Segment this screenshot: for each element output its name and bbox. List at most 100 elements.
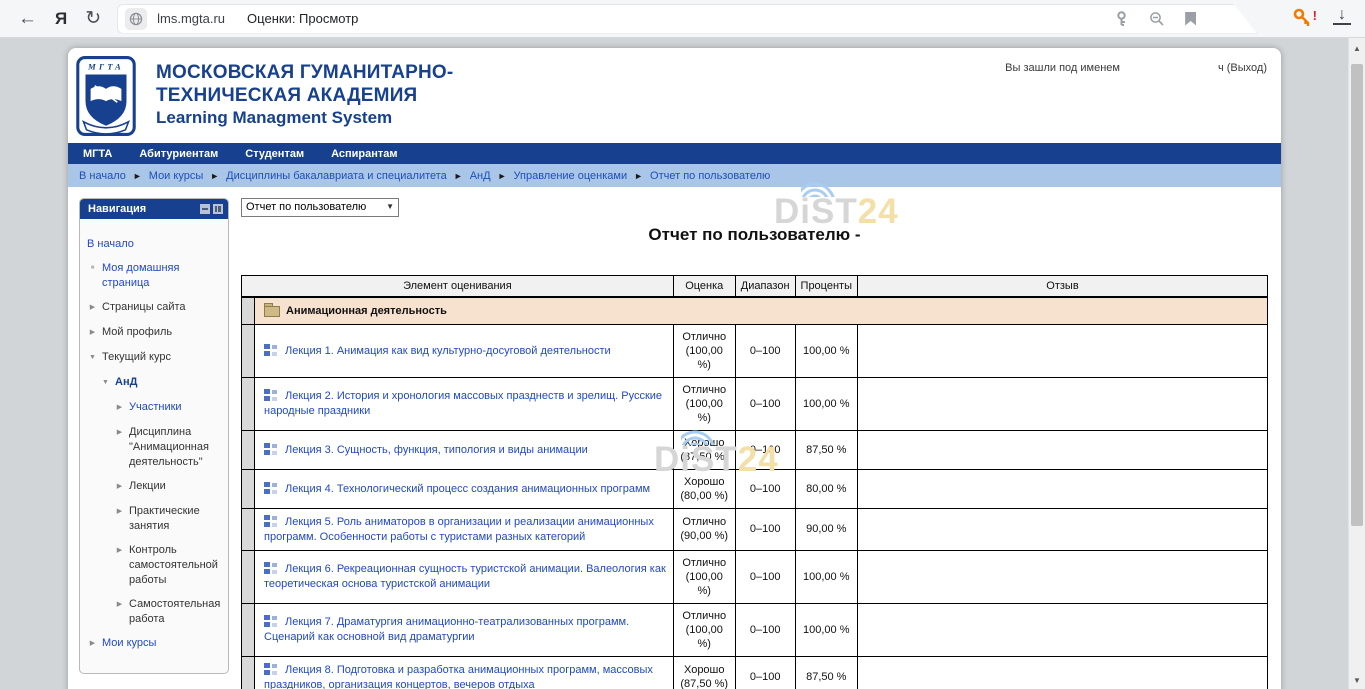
main-menu-item[interactable]: Аспирантам xyxy=(331,148,397,160)
tree-toggle-icon[interactable] xyxy=(114,425,125,441)
reload-icon[interactable]: ↻ xyxy=(85,9,101,28)
bookmark-icon[interactable] xyxy=(1185,12,1196,26)
navigation-link[interactable]: Самостоятельная работа xyxy=(129,597,224,627)
tree-toggle-icon[interactable] xyxy=(87,325,98,341)
back-icon[interactable]: ← xyxy=(18,9,37,28)
navigation-link[interactable]: Текущий курс xyxy=(102,350,171,365)
tree-toggle-icon[interactable] xyxy=(87,261,98,278)
percent-cell: 80,00 % xyxy=(795,469,857,508)
scroll-down-icon[interactable]: ▼ xyxy=(1349,676,1365,685)
feedback-cell xyxy=(858,508,1268,550)
navigation-tree-item: АнД xyxy=(87,375,224,391)
grade-item-link[interactable]: Лекция 4. Технологический процесс создан… xyxy=(285,483,650,495)
feedback-cell xyxy=(858,603,1268,656)
navigation-tree-item: Дисциплина "Анимационная деятельность" xyxy=(87,425,224,470)
breadcrumb: В началоМои курсыДисциплины бакалавриата… xyxy=(68,164,1281,187)
grades-table-header-row: Элемент оценивания Оценка Диапазон Проце… xyxy=(242,275,1268,297)
page-viewport: МГТА МОСКОВСКАЯ ГУМАНИТАРНО- ТЕХНИЧЕСКАЯ… xyxy=(0,38,1365,689)
url-text[interactable]: lms.mgta.ru xyxy=(157,11,225,26)
percent-cell: 100,00 % xyxy=(795,377,857,430)
grade-item-link[interactable]: Лекция 2. История и хронология массовых … xyxy=(264,390,662,417)
tree-toggle-icon[interactable] xyxy=(114,400,125,416)
navigation-link[interactable]: Мой профиль xyxy=(102,325,172,340)
grade-item-cell: Лекция 1. Анимация как вид культурно-дос… xyxy=(255,324,674,377)
downloads-icon[interactable]: ↓ xyxy=(1333,7,1351,25)
login-prefix: Вы зашли под именем xyxy=(1005,62,1120,74)
activity-icon xyxy=(264,662,279,675)
sidebar: Навигация В начало xyxy=(79,198,229,689)
column-range: Диапазон xyxy=(735,275,795,297)
grade-item-link[interactable]: Лекция 5. Роль аниматоров в организации … xyxy=(264,516,654,543)
grade-item-link[interactable]: Лекция 6. Рекреационная сущность туристс… xyxy=(264,563,666,590)
activity-icon xyxy=(264,442,279,455)
navigation-tree-item: Самостоятельная работа xyxy=(87,597,224,627)
range-cell xyxy=(735,297,795,325)
grade-row: Лекция 8. Подготовка и разработка анимац… xyxy=(242,656,1268,689)
grade-cell: Хорошо(80,00 %) xyxy=(673,469,735,508)
navigation-link[interactable]: Страницы сайта xyxy=(102,300,186,315)
column-feedback: Отзыв xyxy=(858,275,1268,297)
indent-cell xyxy=(242,297,255,325)
main-menu: МГТА Абитуриентам Студентам Аспирантам xyxy=(68,143,1281,164)
breadcrumb-link[interactable]: Дисциплины бакалавриата и специалитета xyxy=(226,170,470,182)
range-cell: 0–100 xyxy=(735,377,795,430)
scrollbar-thumb[interactable] xyxy=(1351,64,1363,526)
breadcrumb-link[interactable]: Отчет по пользователю xyxy=(650,170,770,182)
main-menu-item[interactable]: Абитуриентам xyxy=(139,148,218,160)
navigation-link[interactable]: Практические занятия xyxy=(129,504,224,534)
grade-row: Лекция 1. Анимация как вид культурно-дос… xyxy=(242,324,1268,377)
key-icon[interactable] xyxy=(1114,11,1129,27)
breadcrumb-link[interactable]: Управление оценками xyxy=(514,170,651,182)
page-title: Отчет по пользователю - xyxy=(241,225,1268,245)
page-scrollbar[interactable]: ▲ ▼ xyxy=(1348,38,1365,689)
grade-item-link[interactable]: Анимационная деятельность xyxy=(286,305,447,317)
dock-block-icon[interactable] xyxy=(213,204,223,214)
main-menu-item[interactable]: Студентам xyxy=(245,148,304,160)
grade-item-link[interactable]: Лекция 1. Анимация как вид культурно-дос… xyxy=(285,345,611,357)
navigation-link[interactable]: В начало xyxy=(87,237,134,252)
breadcrumb-link[interactable]: АнД xyxy=(470,170,514,182)
yandex-logo-icon[interactable]: Я xyxy=(55,10,67,27)
tree-toggle-icon[interactable] xyxy=(87,300,98,316)
indent-cell xyxy=(242,603,255,656)
tree-toggle-icon[interactable] xyxy=(87,636,98,652)
grade-item-link[interactable]: Лекция 7. Драматургия анимационно-театра… xyxy=(264,616,629,643)
collapse-block-icon[interactable] xyxy=(200,204,210,214)
feedback-cell xyxy=(858,550,1268,603)
navigation-link[interactable]: Лекции xyxy=(129,479,166,494)
navigation-link[interactable]: Мои курсы xyxy=(102,636,156,651)
navigation-tree-item: Практические занятия xyxy=(87,504,224,534)
breadcrumb-link[interactable]: Мои курсы xyxy=(149,170,226,182)
navigation-link[interactable]: Участники xyxy=(129,400,182,415)
navigation-link[interactable]: Дисциплина "Анимационная деятельность" xyxy=(129,425,224,470)
screen: ← Я ↻ lms.mgta.ru Оценки: Просмотр ! ↓ xyxy=(0,0,1365,689)
feedback-cell xyxy=(858,297,1268,325)
grade-row: Лекция 3. Сущность, функция, типология и… xyxy=(242,430,1268,469)
navigation-link[interactable]: Контроль самостоятельной работы xyxy=(129,543,224,588)
navigation-link[interactable]: Моя домашняя страница xyxy=(102,261,224,291)
main-menu-item[interactable]: МГТА xyxy=(83,148,112,160)
main-content: Отчет по пользователю Отчет по пользоват… xyxy=(229,187,1281,689)
address-bar[interactable]: lms.mgta.ru Оценки: Просмотр xyxy=(117,4,1257,34)
tree-toggle-icon[interactable] xyxy=(100,375,111,391)
find-icon[interactable] xyxy=(1149,11,1165,27)
indent-cell xyxy=(242,508,255,550)
breadcrumb-link[interactable]: В начало xyxy=(79,170,149,182)
password-alert-icon[interactable]: ! xyxy=(1293,8,1317,27)
tree-toggle-icon[interactable] xyxy=(114,543,125,559)
tree-toggle-icon[interactable] xyxy=(114,504,125,520)
grade-item-link[interactable]: Лекция 8. Подготовка и разработка анимац… xyxy=(264,664,653,689)
activity-icon xyxy=(264,343,279,356)
report-type-select[interactable]: Отчет по пользователю xyxy=(241,198,399,217)
grade-item-link[interactable]: Лекция 3. Сущность, функция, типология и… xyxy=(285,444,588,456)
logout-link[interactable]: ч (Выход) xyxy=(1218,62,1267,74)
tree-toggle-icon[interactable] xyxy=(114,479,125,495)
tree-toggle-icon[interactable] xyxy=(114,597,125,613)
site-globe-icon xyxy=(125,8,147,30)
tree-toggle-icon[interactable] xyxy=(87,350,98,366)
scroll-up-icon[interactable]: ▲ xyxy=(1349,44,1365,53)
navigation-link[interactable]: АнД xyxy=(115,375,137,390)
grade-item-cell: Лекция 4. Технологический процесс создан… xyxy=(255,469,674,508)
navigation-tree-item: В начало xyxy=(87,237,224,252)
site-content: МГТА МОСКОВСКАЯ ГУМАНИТАРНО- ТЕХНИЧЕСКАЯ… xyxy=(68,48,1281,689)
